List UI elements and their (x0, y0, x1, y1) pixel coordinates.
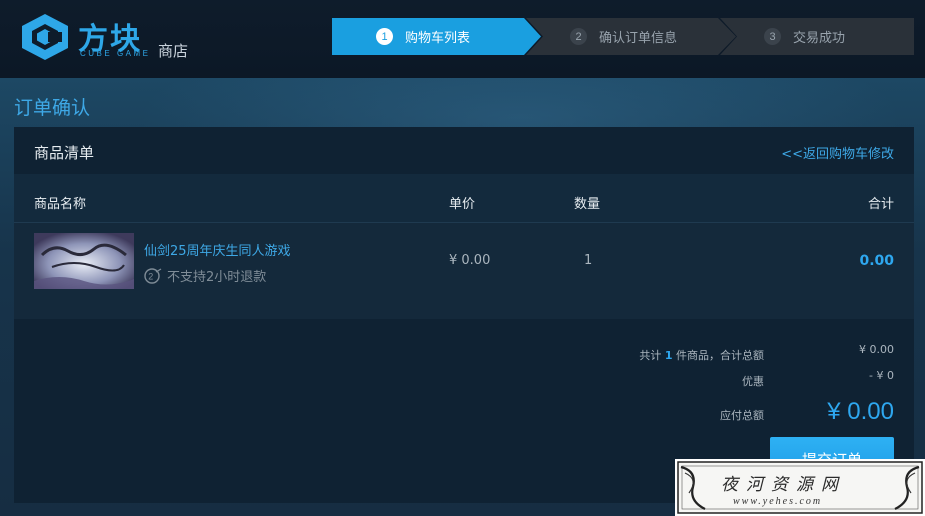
item-price: ¥ 0.00 (449, 253, 491, 268)
panel-header: 商品清单 <<返回购物车修改 (14, 127, 914, 174)
checkout-steps: 1 购物车列表 2 确认订单信息 3 交易成功 (332, 18, 914, 55)
brand-subtitle: CUBE GAME (80, 49, 151, 58)
thumbnail-art (34, 233, 134, 289)
payable-total: ¥ 0.00 (827, 398, 894, 425)
page-title: 订单确认 (14, 97, 91, 119)
table-header: 商品名称 单价 数量 合计 (14, 174, 914, 223)
item-qty: 1 (584, 253, 593, 268)
cube-logo-icon[interactable] (18, 12, 72, 62)
store-label[interactable]: 商店 (158, 40, 188, 61)
back-to-cart-link[interactable]: <<返回购物车修改 (781, 143, 894, 162)
item-total: 0.00 (859, 253, 894, 269)
col-name: 商品名称 (34, 197, 87, 212)
step-number: 3 (764, 28, 781, 45)
top-header: 方块 CUBE GAME 商店 1 购物车列表 2 确认订单信息 3 交易成功 (0, 0, 925, 78)
step-cart-list: 1 购物车列表 (332, 18, 542, 55)
watermark-en: www.yehes.com (733, 496, 823, 507)
step-label: 购物车列表 (405, 31, 471, 46)
svg-text:2: 2 (148, 271, 153, 281)
refund-note: 2 不支持2小时退款 (144, 266, 266, 285)
table-row: 仙剑25周年庆生同人游戏 2 不支持2小时退款 ¥ 0.00 1 0.00 (14, 223, 914, 319)
step-number: 1 (376, 28, 393, 45)
col-price: 单价 (449, 197, 476, 212)
panel-title: 商品清单 (34, 144, 95, 162)
col-qty: 数量 (574, 197, 601, 212)
step-label: 交易成功 (793, 31, 846, 46)
item-count: 1 (664, 349, 673, 362)
game-name-link[interactable]: 仙剑25周年庆生同人游戏 (144, 240, 291, 259)
watermark-cn: 夜河资源网 (721, 475, 846, 495)
step-label: 确认订单信息 (599, 31, 678, 46)
count-suffix: 件商品，合计总额 (676, 349, 764, 362)
discount-label: 优惠 (742, 375, 764, 388)
step-confirm-order: 2 确认订单信息 (526, 18, 738, 55)
watermark-badge: 夜河资源网 www.yehes.com (675, 459, 925, 516)
summary-count-line: 共计 1 件商品，合计总额 (639, 347, 764, 363)
payable-label: 应付总额 (720, 409, 764, 422)
no-refund-icon: 2 (144, 267, 162, 284)
col-total: 合计 (867, 197, 894, 212)
step-trade-success: 3 交易成功 (720, 18, 914, 55)
step-number: 2 (570, 28, 587, 45)
discount-value: - ¥ 0 (869, 369, 894, 382)
game-thumbnail[interactable] (34, 233, 134, 289)
refund-note-text: 不支持2小时退款 (167, 270, 267, 285)
count-prefix: 共计 (639, 349, 662, 362)
subtotal-value: ¥ 0.00 (859, 343, 894, 356)
